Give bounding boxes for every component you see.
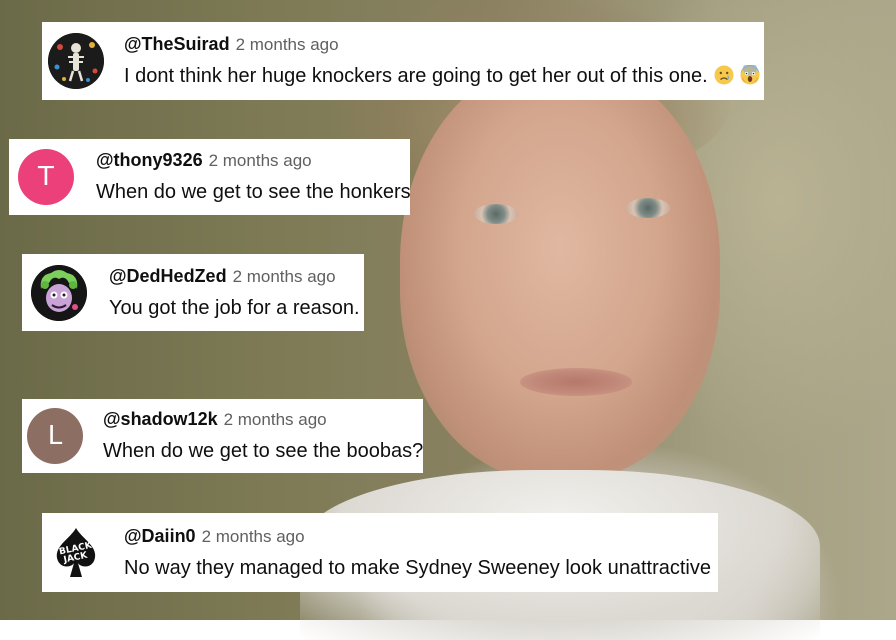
comment-text: No way they managed to make Sydney Sween… bbox=[124, 556, 711, 579]
comment-body: @shadow12k 2 months ago When do we get t… bbox=[103, 409, 423, 463]
green-zombie-avatar-icon bbox=[31, 264, 87, 321]
comment-text: When do we get to see the honkers bbox=[96, 181, 411, 203]
avatar[interactable]: L bbox=[27, 408, 83, 464]
comment-author[interactable]: @thony9326 bbox=[96, 150, 203, 171]
avatar[interactable]: T bbox=[18, 149, 74, 205]
avatar[interactable] bbox=[31, 264, 87, 321]
comment-card: @TheSuirad 2 months ago I dont think her… bbox=[42, 22, 764, 100]
comment-text: You got the job for a reason. bbox=[109, 296, 360, 319]
avatar[interactable] bbox=[48, 33, 104, 89]
comment-timestamp[interactable]: 2 months ago bbox=[202, 527, 305, 547]
comment-meta: @DedHedZed 2 months ago bbox=[109, 266, 360, 287]
background-mouth bbox=[520, 368, 632, 396]
comment-text: When do we get to see the boobas? bbox=[103, 440, 424, 462]
comment-card: T @thony9326 2 months ago When do we get… bbox=[9, 139, 411, 215]
comment-meta: @TheSuirad 2 months ago bbox=[124, 34, 760, 55]
comment-author[interactable]: @TheSuirad bbox=[124, 34, 230, 55]
avatar-letter: L bbox=[47, 421, 63, 451]
comment-meta: @Daiin0 2 months ago bbox=[124, 526, 711, 547]
background-left-eye bbox=[474, 204, 518, 224]
comment-timestamp[interactable]: 2 months ago bbox=[209, 151, 312, 171]
comment-body: @TheSuirad 2 months ago I dont think her… bbox=[124, 34, 760, 88]
comment-meta: @thony9326 2 months ago bbox=[96, 150, 411, 171]
comment-text: I dont think her huge knockers are going… bbox=[124, 61, 760, 88]
comment-body: @thony9326 2 months ago When do we get t… bbox=[96, 150, 411, 204]
comment-text-content: I dont think her huge knockers are going… bbox=[124, 65, 708, 87]
background-face bbox=[400, 60, 720, 480]
comment-card: BLACK JACK @Daiin0 2 months ago No way t… bbox=[42, 513, 718, 592]
comment-timestamp[interactable]: 2 months ago bbox=[224, 410, 327, 430]
comment-author[interactable]: @shadow12k bbox=[103, 409, 218, 430]
black-jack-spade-avatar-icon: BLACK JACK bbox=[48, 524, 104, 581]
comment-body: @Daiin0 2 months ago No way they managed… bbox=[124, 526, 711, 580]
skeleton-art-avatar-icon bbox=[48, 33, 104, 89]
background-right-eye bbox=[626, 198, 670, 218]
comment-card: @DedHedZed 2 months ago You got the job … bbox=[22, 254, 364, 331]
comment-author[interactable]: @DedHedZed bbox=[109, 266, 227, 287]
comment-body: @DedHedZed 2 months ago You got the job … bbox=[109, 266, 360, 320]
screaming-face-icon bbox=[740, 61, 760, 85]
comment-card: L @shadow12k 2 months ago When do we get… bbox=[22, 399, 423, 473]
comment-meta: @shadow12k 2 months ago bbox=[103, 409, 423, 430]
comment-timestamp[interactable]: 2 months ago bbox=[233, 267, 336, 287]
comment-timestamp[interactable]: 2 months ago bbox=[236, 35, 339, 55]
comment-author[interactable]: @Daiin0 bbox=[124, 526, 196, 547]
avatar-letter: T bbox=[38, 162, 54, 192]
crying-face-icon bbox=[714, 65, 734, 85]
avatar[interactable]: BLACK JACK bbox=[48, 524, 104, 581]
